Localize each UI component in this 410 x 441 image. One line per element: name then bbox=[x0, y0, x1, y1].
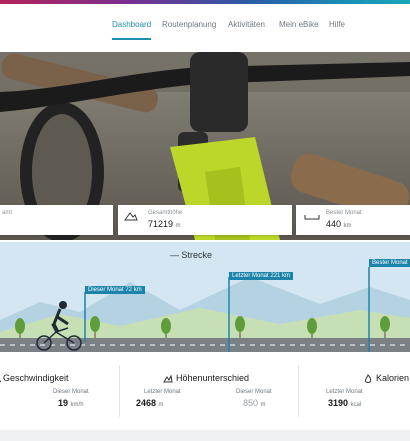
monthly-metrics: Geschwindigkeit Dieser Monat 19 km/h Höh… bbox=[0, 360, 410, 430]
elevation-last-month-label: Letzter Monat bbox=[144, 389, 181, 395]
marker-this-month: Dieser Monat 72 km bbox=[85, 286, 145, 294]
mountain-icon bbox=[124, 212, 138, 221]
section-divider bbox=[119, 365, 120, 417]
stat-card-elevation: Gesamthöhe 71219 m bbox=[118, 205, 292, 235]
stat-value: 440 km bbox=[326, 219, 352, 229]
ruler-icon bbox=[304, 215, 320, 220]
speed-this-month-label: Dieser Monat bbox=[53, 389, 89, 395]
calories-last-month-value: 3190 kcal bbox=[328, 398, 362, 408]
elevation-last-month-value: 2468 m bbox=[136, 398, 164, 408]
calories-last-month-label: Letzter Monat bbox=[326, 389, 363, 395]
stat-label: amt bbox=[2, 210, 13, 216]
nav-routenplanung[interactable]: Routenplanung bbox=[162, 20, 216, 38]
summary-stats: amt Gesamthöhe 71219 m Bester Monat 440 … bbox=[0, 205, 410, 235]
stat-label: Gesamthöhe bbox=[148, 210, 183, 216]
nav-hilfe[interactable]: Hilfe bbox=[329, 20, 345, 38]
speed-this-month-value: 19 km/h bbox=[58, 398, 84, 408]
flame-icon bbox=[364, 374, 372, 383]
stat-card-best-month: Bester Monat 440 km bbox=[296, 205, 410, 235]
elevation-this-month-value: 850 m bbox=[243, 398, 266, 408]
elevation-this-month-label: Dieser Monat bbox=[236, 389, 272, 395]
route-title: — Strecke bbox=[170, 250, 213, 260]
speedometer-icon bbox=[0, 380, 2, 383]
footer-strip bbox=[0, 430, 410, 441]
stat-label: Bester Monat bbox=[326, 210, 362, 216]
marker-last-month: Letzter Monat 221 km bbox=[229, 272, 294, 280]
elevation-icon bbox=[163, 374, 173, 383]
stat-card-total: amt bbox=[0, 205, 113, 235]
section-speed-title: Geschwindigkeit bbox=[3, 373, 69, 383]
marker-best-month: Bester Monat bbox=[369, 259, 410, 267]
nav-mein-ebike[interactable]: Mein eBike bbox=[279, 20, 319, 38]
section-calories-title: Kalorien bbox=[376, 373, 410, 383]
section-divider bbox=[298, 365, 299, 417]
nav-aktivitaeten[interactable]: Aktivitäten bbox=[228, 20, 265, 38]
stat-value: 71219 m bbox=[148, 219, 181, 229]
nav-dashboard[interactable]: Dashboard bbox=[112, 20, 152, 40]
top-navigation: Dashboard Routenplanung Aktivitäten Mein… bbox=[0, 4, 410, 52]
route-distance-panel: — Strecke Dieser Monat 72 km Letzter Mon… bbox=[0, 242, 410, 352]
section-elevation-title: Höhenunterschied bbox=[176, 373, 250, 383]
dash-icon: — bbox=[170, 250, 179, 260]
